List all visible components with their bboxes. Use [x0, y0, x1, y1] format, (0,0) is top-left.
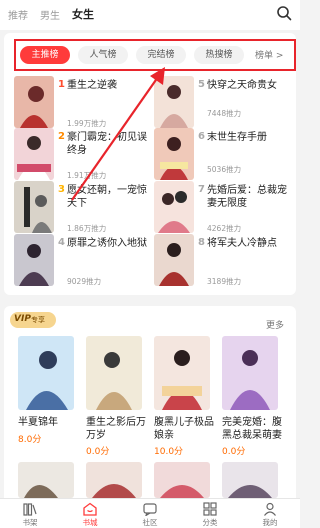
nav-item-profile[interactable]: 我的 — [240, 499, 300, 528]
annotation-highlight-box — [14, 39, 296, 71]
top-tab-female[interactable]: 女生 — [72, 6, 94, 22]
rank-number: 7 — [198, 184, 205, 195]
rank-number: 5 — [198, 79, 205, 90]
vip-badge-text: VIP — [14, 314, 31, 324]
nav-label: 分类 — [202, 518, 218, 527]
book-cover — [154, 234, 194, 286]
book-title: 重生之影后万万岁 — [86, 417, 146, 441]
nav-item-bookstore[interactable]: 书城 — [60, 499, 120, 528]
bookstore-icon — [83, 502, 97, 516]
book-popularity: 9029推力 — [67, 277, 102, 286]
book-cover — [14, 181, 54, 233]
book-title: 将军夫人冷静点 — [207, 238, 277, 249]
book-cover — [154, 181, 194, 233]
book-popularity: 7448推力 — [207, 109, 242, 118]
book-cover — [14, 76, 54, 128]
book-cover — [154, 336, 210, 410]
nav-item-category[interactable]: 分类 — [180, 499, 240, 528]
book-title: 重生之逆袭 — [67, 80, 117, 91]
nav-item-community[interactable]: 社区 — [120, 499, 180, 528]
book-score: 8.0分 — [18, 435, 42, 445]
vip-badge-subtext: 专享 — [31, 316, 45, 324]
vip-more-link[interactable]: 更多 — [266, 318, 284, 331]
rank-number: 3 — [58, 184, 65, 195]
rank-book-item[interactable]: 3 愿女还朝，一宠惊天下 1.86万推力 — [14, 181, 150, 233]
nav-label: 书城 — [82, 518, 98, 527]
book-cover[interactable] — [222, 462, 278, 498]
top-tab-recommend[interactable]: 推荐 — [8, 7, 28, 22]
vip-book-item[interactable]: 完美宠婚：腹黑总裁呆萌妻 0.0分 — [222, 336, 286, 457]
app-root: 推荐 男生 女生 主推榜 人气榜 完结榜 热搜榜 榜单 > 1 重生之逆袭 1.… — [0, 0, 300, 528]
book-cover — [18, 336, 74, 410]
book-title: 完美宠婚：腹黑总裁呆萌妻 — [222, 417, 282, 441]
rank-book-item[interactable]: 2 豪门霸宠：初见误终身 1.91万推力 — [14, 128, 150, 180]
rank-book-item[interactable]: 6 末世生存手册 5036推力 — [154, 128, 290, 180]
rank-book-item[interactable]: 8 将军夫人冷静点 3189推力 — [154, 234, 290, 286]
rank-book-item[interactable]: 7 先婚后爱：总裁宠妻无限度 4262推力 — [154, 181, 290, 233]
nav-item-bookshelf[interactable]: 书架 — [0, 499, 60, 528]
community-icon — [143, 503, 157, 516]
vip-book-item[interactable]: 重生之影后万万岁 0.0分 — [86, 336, 148, 457]
book-title: 豪门霸宠：初见误终身 — [67, 132, 147, 156]
book-title: 末世生存手册 — [207, 132, 267, 143]
book-title: 半夏锦年 — [18, 417, 58, 428]
rank-number: 2 — [58, 131, 65, 142]
book-score: 0.0分 — [86, 447, 110, 457]
vip-book-item[interactable]: 腹黑儿子极品娘亲 10.0分 — [154, 336, 216, 457]
rank-book-item[interactable]: 1 重生之逆袭 1.99万推力 — [14, 76, 150, 128]
book-popularity: 4262推力 — [207, 224, 242, 233]
top-bar: 推荐 男生 女生 — [0, 0, 300, 30]
rank-number: 8 — [198, 237, 205, 248]
book-cover[interactable] — [18, 462, 74, 498]
category-grid-icon — [203, 502, 217, 516]
nav-label: 我的 — [262, 518, 278, 527]
book-cover — [14, 234, 54, 286]
bottom-nav: 书架 书城 社区 分类 我的 — [0, 498, 300, 528]
book-popularity: 5036推力 — [207, 165, 242, 174]
nav-label: 社区 — [142, 518, 158, 527]
rank-number: 6 — [198, 131, 205, 142]
book-popularity: 1.86万推力 — [67, 224, 107, 233]
book-score: 10.0分 — [154, 447, 184, 457]
book-popularity: 1.91万推力 — [67, 171, 107, 180]
top-tab-male[interactable]: 男生 — [40, 7, 60, 22]
book-cover — [154, 128, 194, 180]
book-cover — [154, 76, 194, 128]
book-title: 先婚后爱：总裁宠妻无限度 — [207, 185, 287, 209]
vip-book-item[interactable]: 半夏锦年 8.0分 — [18, 336, 80, 446]
nav-label: 书架 — [22, 518, 38, 527]
profile-icon — [264, 502, 276, 516]
rank-number: 1 — [58, 79, 65, 90]
book-cover[interactable] — [154, 462, 210, 498]
rank-book-item[interactable]: 4 原罪之诱你入地狱 9029推力 — [14, 234, 150, 286]
book-title: 愿女还朝，一宠惊天下 — [67, 185, 147, 209]
book-score: 0.0分 — [222, 447, 246, 457]
book-cover — [222, 336, 278, 410]
book-title: 腹黑儿子极品娘亲 — [154, 417, 214, 441]
rank-number: 4 — [58, 237, 65, 248]
book-title: 快穿之天命贵女 — [207, 80, 277, 91]
search-icon[interactable] — [276, 5, 292, 21]
rank-book-item[interactable]: 5 快穿之天命贵女 7448推力 — [154, 76, 290, 128]
book-popularity: 3189推力 — [207, 277, 242, 286]
book-cover — [14, 128, 54, 180]
book-cover — [86, 336, 142, 410]
bookshelf-icon — [23, 503, 37, 516]
book-cover[interactable] — [86, 462, 142, 498]
book-title: 原罪之诱你入地狱 — [67, 238, 147, 249]
